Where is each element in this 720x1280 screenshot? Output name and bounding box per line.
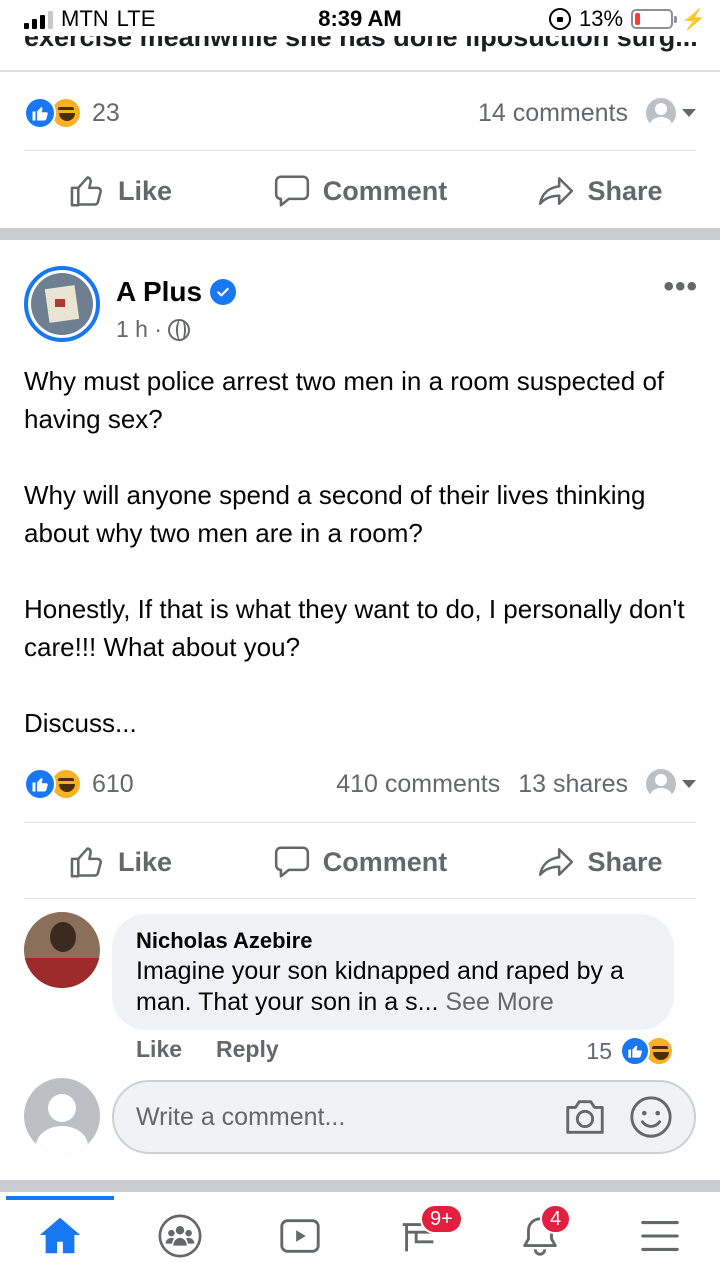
tab-notifications[interactable]: 4 — [480, 1192, 600, 1280]
reaction-icons[interactable] — [24, 768, 82, 800]
divider — [24, 898, 696, 899]
share-button[interactable]: Share — [480, 172, 720, 210]
like-reaction-icon — [620, 1036, 650, 1066]
previous-post-stats: 23 14 comments — [24, 88, 696, 138]
bottom-tab-bar: 9+ 4 — [0, 1192, 720, 1280]
status-bar: MTN LTE 8:39 AM 13% ⚡ — [0, 0, 720, 36]
tab-menu[interactable] — [600, 1192, 720, 1280]
globe-icon — [168, 318, 191, 341]
divider — [24, 150, 696, 151]
chevron-down-icon[interactable] — [682, 109, 696, 117]
marketplace-badge: 9+ — [420, 1204, 463, 1234]
like-label: Like — [117, 175, 173, 206]
comment-reply-button[interactable]: Reply — [216, 1036, 279, 1063]
feed-separator — [0, 228, 720, 240]
actor-avatar-icon[interactable] — [646, 769, 676, 799]
more-options-icon[interactable]: ••• — [663, 270, 698, 304]
share-label: Share — [587, 175, 663, 206]
like-button[interactable]: Like — [0, 843, 240, 881]
post-paragraph: Honestly, If that is what they want to d… — [24, 594, 685, 662]
my-avatar — [24, 1078, 100, 1154]
tab-groups[interactable] — [120, 1192, 240, 1280]
previous-post-actions: Like Comment Share — [0, 156, 720, 226]
comment-icon — [274, 846, 309, 878]
post-timestamp[interactable]: 1 h · — [116, 316, 191, 343]
tab-marketplace[interactable]: 9+ — [360, 1192, 480, 1280]
share-button[interactable]: Share — [480, 843, 720, 881]
post-author[interactable]: A Plus — [116, 276, 237, 308]
thumbs-up-icon — [70, 176, 102, 207]
post-paragraph: Why will anyone spend a second of their … — [24, 480, 646, 548]
comment-input[interactable] — [136, 1102, 538, 1132]
actor-avatar-icon[interactable] — [646, 98, 676, 128]
comment-label: Comment — [322, 846, 448, 877]
home-icon — [39, 1217, 81, 1254]
comment-icon — [274, 175, 309, 207]
notifications-badge: 4 — [540, 1204, 572, 1234]
like-reaction-icon — [24, 768, 56, 800]
reaction-count[interactable]: 23 — [92, 99, 120, 128]
active-tab-indicator — [6, 1196, 114, 1200]
reaction-icons[interactable] — [24, 97, 82, 129]
status-right: 13% ⚡ — [549, 6, 706, 32]
comment-button[interactable]: Comment — [240, 843, 480, 881]
comment-count[interactable]: 14 comments — [478, 99, 628, 128]
like-label: Like — [117, 846, 173, 877]
post-stats: 610 410 comments 13 shares — [24, 759, 696, 809]
author-name: A Plus — [116, 276, 203, 307]
tab-watch[interactable] — [240, 1192, 360, 1280]
comment-button[interactable]: Comment — [240, 172, 480, 210]
tab-home[interactable] — [0, 1192, 120, 1280]
like-reaction-icon — [24, 97, 56, 129]
share-label: Share — [587, 846, 663, 877]
watch-video-icon — [280, 1219, 320, 1253]
battery-percent: 13% — [579, 6, 624, 31]
post-paragraph: Discuss... — [24, 708, 137, 738]
comment-composer[interactable] — [112, 1080, 696, 1154]
post-actions: Like Comment Share — [0, 827, 720, 897]
commenter-avatar[interactable] — [24, 912, 100, 988]
share-count[interactable]: 13 shares — [518, 770, 628, 799]
comment-bubble[interactable]: Nicholas Azebire Imagine your son kidnap… — [112, 914, 674, 1030]
menu-icon — [641, 1221, 679, 1251]
emoji-icon[interactable] — [628, 1094, 674, 1140]
battery-icon — [631, 9, 678, 29]
share-icon — [539, 177, 574, 205]
post-time-text: 1 h · — [116, 316, 163, 342]
feed-separator — [0, 1180, 720, 1192]
reaction-count[interactable]: 610 — [92, 770, 134, 799]
camera-icon[interactable] — [562, 1094, 608, 1140]
comment-reactions[interactable]: 15 — [586, 1036, 674, 1066]
comment-label: Comment — [322, 175, 448, 206]
chevron-down-icon[interactable] — [682, 780, 696, 788]
commenter-name[interactable]: Nicholas Azebire — [136, 928, 650, 954]
comment-text: Imagine your son kidnapped and raped by … — [136, 956, 650, 1018]
rotation-lock-icon — [549, 8, 572, 30]
comment-like-button[interactable]: Like — [136, 1036, 182, 1063]
comment-actions: Like Reply — [136, 1036, 279, 1063]
comment-reaction-count: 15 — [586, 1037, 612, 1064]
share-icon — [539, 848, 574, 876]
charging-icon: ⚡ — [681, 8, 706, 31]
verified-badge-icon — [210, 279, 237, 305]
comment-count[interactable]: 410 comments — [336, 770, 500, 799]
page-avatar[interactable] — [24, 266, 100, 342]
post-paragraph: Why must police arrest two men in a room… — [24, 366, 665, 434]
thumbs-up-icon — [70, 847, 102, 878]
see-more-link[interactable]: See More — [445, 988, 553, 1016]
divider — [24, 822, 696, 823]
page-avatar-image — [31, 273, 93, 335]
like-button[interactable]: Like — [0, 172, 240, 210]
groups-icon — [158, 1214, 202, 1258]
post-body: Why must police arrest two men in a room… — [24, 362, 696, 780]
